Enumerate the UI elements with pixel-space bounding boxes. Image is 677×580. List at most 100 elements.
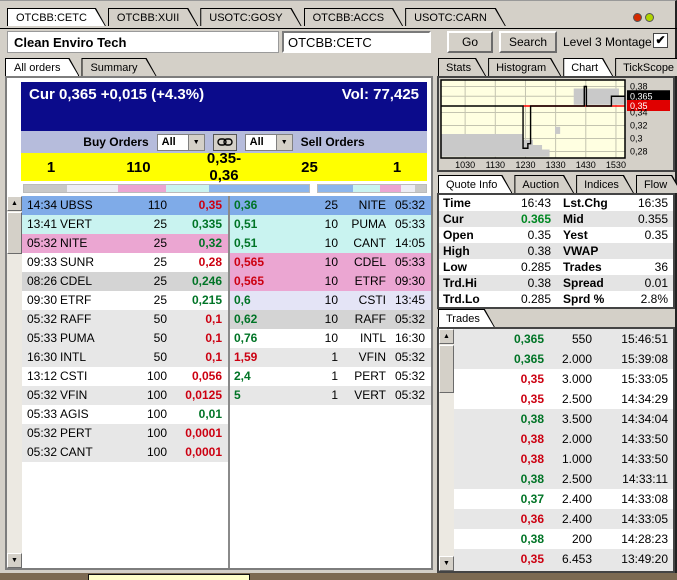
quote-tab-auction[interactable]: Auction (514, 175, 574, 193)
y-axis-tick-label: 0,3 (630, 134, 643, 144)
ask-time: 05:33 (394, 255, 425, 269)
sell-filter-select[interactable]: All ▼ (244, 133, 293, 151)
sell-orders-label: Sell Orders (300, 135, 365, 149)
bid-row[interactable]: 05:32 VFIN 100 0,0125 (22, 386, 228, 405)
bid-row[interactable]: 14:34 UBSS 110 0,35 (22, 196, 228, 215)
trades-tab-label: Trades (439, 310, 494, 327)
montage-tab-label: Summary (82, 59, 155, 76)
trade-row[interactable]: 0,37 2.400 14:33:08 (454, 489, 673, 509)
trade-row[interactable]: 0,38 2.000 14:33:50 (454, 429, 673, 449)
symbol-tab-otcbb-cetc[interactable]: OTCBB:CETC (7, 8, 106, 26)
trade-row[interactable]: 0,35 3.000 15:33:05 (454, 369, 673, 389)
scroll-up-icon[interactable]: ▲ (439, 329, 454, 344)
bid-time: 05:32 (27, 445, 58, 459)
bid-row[interactable]: 05:32 CANT 100 0,0001 (22, 443, 228, 462)
quote-label: Trd.Lo (443, 292, 480, 306)
chart-tab-chart[interactable]: Chart (563, 58, 613, 76)
ask-row[interactable]: 0,6 10 CSTI 13:45 (230, 291, 431, 310)
scroll-down-icon[interactable]: ▼ (439, 556, 454, 571)
trade-price: 0,38 (520, 452, 544, 466)
bid-row[interactable]: 16:30 INTL 50 0,1 (22, 348, 228, 367)
level3-montage-checkbox[interactable]: ✔ (653, 33, 668, 48)
quote-tab-flow[interactable]: Flow (636, 175, 677, 193)
quote-tab-indices[interactable]: Indices (576, 175, 634, 193)
ask-row[interactable]: 0,51 10 CANT 14:05 (230, 234, 431, 253)
chart-tab-tickscope[interactable]: TickScope (615, 58, 677, 76)
bid-row[interactable]: 09:33 SUNR 25 0,28 (22, 253, 228, 272)
trade-row[interactable]: 0,38 3.500 14:34:04 (454, 409, 673, 429)
trade-row[interactable]: 0,36 2.400 14:33:05 (454, 509, 673, 529)
ask-row[interactable]: 0,36 25 NITE 05:32 (230, 196, 431, 215)
quote-value: 0.01 (644, 276, 668, 290)
symbol-tab-otcbb-accs[interactable]: OTCBB:ACCS (304, 8, 404, 26)
trade-row[interactable]: 0,38 2.500 14:33:11 (454, 469, 673, 489)
scroll-up-icon[interactable]: ▲ (7, 196, 22, 211)
link-books-button[interactable] (212, 133, 237, 151)
symbol-tab-usotc-gosy[interactable]: USOTC:GOSY (200, 8, 301, 26)
bid-row[interactable]: 08:26 CDEL 25 0,246 (22, 272, 228, 291)
scroll-down-icon[interactable]: ▼ (7, 553, 22, 568)
trade-price: 0,38 (520, 472, 544, 486)
bid-row[interactable]: 05:32 NITE 25 0,32 (22, 234, 228, 253)
scrollbar-thumb[interactable] (7, 212, 22, 254)
quote-value: 0.38 (527, 276, 551, 290)
scrollbar-thumb[interactable] (439, 345, 454, 393)
ask-size: 10 (324, 274, 338, 288)
ask-row[interactable]: 1,59 1 VFIN 05:32 (230, 348, 431, 367)
ask-row[interactable]: 0,51 10 PUMA 05:33 (230, 215, 431, 234)
ask-row[interactable]: 0,62 10 RAFF 05:32 (230, 310, 431, 329)
chain-icon (216, 138, 233, 146)
trade-price: 0,38 (520, 412, 544, 426)
chevron-down-icon[interactable]: ▼ (187, 134, 204, 150)
bid-price: 0,32 (198, 236, 222, 250)
trade-row[interactable]: 0,365 550 15:46:51 (454, 329, 673, 349)
ask-row[interactable]: 2,4 1 PERT 05:32 (230, 367, 431, 386)
volume-label: Vol: 77,425 (341, 86, 419, 103)
trade-row[interactable]: 0,35 2.500 14:34:29 (454, 389, 673, 409)
bid-row[interactable]: 09:30 ETRF 25 0,215 (22, 291, 228, 310)
ask-size: 1 (331, 369, 338, 383)
chart-panel: 0,38 0,365 0,35 0,34 0,32 0,3 0,28 1030 1130 1230… (437, 76, 675, 172)
chart-tab-histogram[interactable]: Histogram (488, 58, 561, 76)
order-books: 14:34 UBSS 110 0,35 13:41 VERT 25 0,335 05:32 NIT… (22, 196, 431, 568)
bid-row[interactable]: 05:32 PERT 100 0,0001 (22, 424, 228, 443)
bid-row[interactable]: 13:41 VERT 25 0,335 (22, 215, 228, 234)
chart-tab-stats[interactable]: Stats (438, 58, 486, 76)
montage-tab-all-orders[interactable]: All orders (5, 58, 79, 76)
ask-row[interactable]: 0,565 10 CDEL 05:33 (230, 253, 431, 272)
bid-size: 50 (153, 350, 167, 364)
symbol-input[interactable] (282, 31, 431, 53)
symbol-tab-usotc-carn[interactable]: USOTC:CARN (405, 8, 506, 26)
chevron-down-icon[interactable]: ▼ (275, 134, 292, 150)
go-button[interactable]: Go (447, 31, 493, 53)
ask-row[interactable]: 5 1 VERT 05:32 (230, 386, 431, 405)
book-scrollbar[interactable]: ▲ ▼ (7, 196, 22, 568)
bid-row[interactable]: 05:32 RAFF 50 0,1 (22, 310, 228, 329)
bid-row[interactable]: 05:33 AGIS 100 0,01 (22, 405, 228, 424)
trade-size: 200 (571, 532, 592, 546)
trade-row[interactable]: 0,38 200 14:28:23 (454, 529, 673, 549)
ask-row[interactable]: 0,565 10 ETRF 09:30 (230, 272, 431, 291)
trades-scrollbar[interactable]: ▲ ▼ (439, 329, 454, 571)
trades-tab-trades[interactable]: Trades (438, 309, 495, 327)
bid-price: 0,35 (198, 198, 222, 212)
trade-row[interactable]: 0,35 6.453 13:49:20 (454, 549, 673, 569)
search-button[interactable]: Search (499, 31, 557, 53)
trade-time: 15:39:08 (621, 352, 668, 366)
green-dot-icon[interactable] (645, 13, 654, 22)
quote-row: Open 0.35 Yest 0.35 (439, 227, 673, 243)
buy-filter-select[interactable]: All ▼ (156, 133, 205, 151)
ask-row[interactable]: 0,76 10 INTL 16:30 (230, 329, 431, 348)
symbol-tab-otcbb-xuii[interactable]: OTCBB:XUII (108, 8, 198, 26)
ask-price: 0,565 (234, 255, 265, 269)
bid-row[interactable]: 05:33 PUMA 50 0,1 (22, 329, 228, 348)
trade-row[interactable]: 0,38 1.000 14:33:50 (454, 449, 673, 469)
trade-price: 0,38 (520, 432, 544, 446)
ask-mm: RAFF (354, 312, 386, 326)
trade-row[interactable]: 0,365 2.000 15:39:08 (454, 349, 673, 369)
quote-tab-quote-info[interactable]: Quote Info (438, 175, 512, 193)
bid-mm: CANT (60, 445, 93, 459)
montage-tab-summary[interactable]: Summary (81, 58, 156, 76)
red-dot-icon[interactable] (633, 13, 642, 22)
bid-row[interactable]: 13:12 CSTI 100 0,056 (22, 367, 228, 386)
